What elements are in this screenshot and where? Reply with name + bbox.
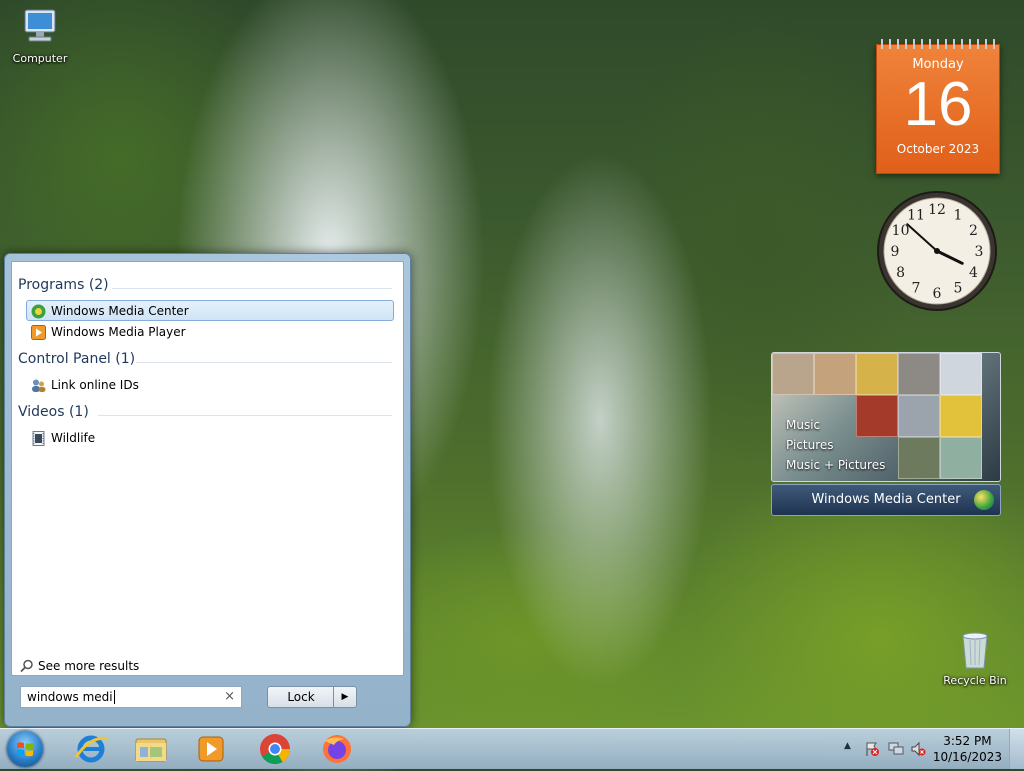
taskbar-firefox[interactable] xyxy=(310,731,364,767)
result-wildlife[interactable]: Wildlife xyxy=(26,427,394,448)
clock-numeral: 6 xyxy=(933,286,942,302)
clock-numeral: 1 xyxy=(954,208,963,224)
calendar-day: 16 xyxy=(903,70,973,139)
clock-numeral: 4 xyxy=(969,265,978,281)
result-label: Link online IDs xyxy=(51,378,139,392)
clock-numeral: 8 xyxy=(896,265,905,281)
media-center-menu-music-pictures[interactable]: Music + Pictures xyxy=(786,455,885,475)
see-more-label: See more results xyxy=(38,659,140,673)
clock-numeral: 9 xyxy=(891,244,900,260)
users-icon xyxy=(31,378,46,393)
taskbar-date: 10/16/2023 xyxy=(932,750,1002,764)
result-label: Wildlife xyxy=(51,431,96,445)
taskbar-internet-explorer[interactable] xyxy=(64,731,118,767)
group-divider xyxy=(136,362,392,363)
start-search-input[interactable]: windows medi × xyxy=(20,686,242,708)
lock-button[interactable]: Lock ▶ xyxy=(267,686,357,708)
volume-muted-icon[interactable] xyxy=(910,741,926,761)
taskbar-chrome[interactable] xyxy=(248,731,302,767)
action-center-flag-icon[interactable] xyxy=(864,741,880,761)
album-tile xyxy=(772,353,814,395)
album-tile xyxy=(898,437,940,479)
clock-numeral: 7 xyxy=(912,280,921,296)
group-heading-programs[interactable]: Programs (2) xyxy=(18,277,109,293)
result-link-online-ids[interactable]: Link online IDs xyxy=(26,374,394,395)
clock-gadget[interactable]: 12 1 2 3 4 5 6 7 8 9 10 11 xyxy=(876,190,998,312)
result-windows-media-center[interactable]: Windows Media Center xyxy=(26,300,394,321)
search-icon xyxy=(20,659,34,673)
album-tile xyxy=(898,353,940,395)
show-hidden-icons-arrow[interactable]: ▲ xyxy=(844,741,851,751)
taskbar: ▲ 3:52 PM 10/16/2023 xyxy=(0,728,1024,769)
media-center-icon xyxy=(31,304,46,319)
calendar-gadget[interactable]: Monday 16 October 2023 xyxy=(876,39,1000,174)
desktop-icon-recycle-bin[interactable]: Recycle Bin xyxy=(935,628,1015,687)
clock-numeral: 12 xyxy=(928,202,946,218)
group-divider xyxy=(98,415,392,416)
clock-numeral: 5 xyxy=(954,280,963,296)
desktop-icon-label: Recycle Bin xyxy=(943,674,1007,687)
album-tile xyxy=(940,437,982,479)
search-results-panel: Programs (2) Windows Media Center Window… xyxy=(11,261,404,676)
start-button[interactable] xyxy=(7,731,43,767)
group-divider xyxy=(112,288,392,289)
see-more-results-link[interactable]: See more results xyxy=(20,659,139,673)
internet-explorer-icon xyxy=(64,735,118,771)
taskbar-clock[interactable]: 3:52 PM 10/16/2023 xyxy=(933,733,1002,765)
media-center-brand: Windows Media Center xyxy=(811,492,961,507)
taskbar-file-explorer[interactable] xyxy=(124,731,178,767)
group-heading-videos[interactable]: Videos (1) xyxy=(18,404,89,420)
clock-numeral: 2 xyxy=(969,223,978,239)
firefox-icon xyxy=(310,735,364,771)
power-options-arrow-icon[interactable]: ▶ xyxy=(333,687,356,707)
group-heading-control-panel[interactable]: Control Panel (1) xyxy=(18,351,135,367)
clock-numeral: 3 xyxy=(975,244,984,260)
calendar-month-year: October 2023 xyxy=(896,142,980,156)
desktop-icon-computer[interactable]: Computer xyxy=(0,6,80,65)
network-icon[interactable] xyxy=(888,741,904,761)
computer-icon xyxy=(19,6,61,48)
media-player-icon xyxy=(31,325,46,340)
start-menu: Programs (2) Windows Media Center Window… xyxy=(4,253,411,727)
recycle-bin-icon xyxy=(954,628,996,670)
clear-search-icon[interactable]: × xyxy=(224,689,235,704)
video-file-icon xyxy=(31,431,46,446)
album-tile xyxy=(940,395,982,437)
media-player-icon xyxy=(184,736,238,771)
result-label: Windows Media Center xyxy=(51,304,189,318)
media-center-logo-icon xyxy=(974,490,994,510)
album-tile xyxy=(898,395,940,437)
system-tray: ▲ 3:52 PM 10/16/2023 xyxy=(844,729,1024,769)
search-value: windows medi xyxy=(27,690,113,704)
album-tile xyxy=(814,353,856,395)
clock-numeral: 11 xyxy=(907,208,925,224)
media-center-brand-bar[interactable]: Windows Media Center xyxy=(771,484,1001,516)
desktop-icon-label: Computer xyxy=(12,52,68,65)
taskbar-media-player[interactable] xyxy=(184,731,238,767)
result-label: Windows Media Player xyxy=(51,325,186,339)
show-desktop-button[interactable] xyxy=(1009,729,1024,769)
taskbar-time: 3:52 PM xyxy=(943,734,992,748)
media-center-gadget[interactable]: Music Pictures Music + Pictures Windows … xyxy=(771,352,1001,516)
clock-numeral: 10 xyxy=(892,223,910,239)
media-center-menu-music[interactable]: Music xyxy=(786,415,885,435)
album-tile xyxy=(856,353,898,395)
media-center-menu-pictures[interactable]: Pictures xyxy=(786,435,885,455)
calendar-rings xyxy=(881,39,995,49)
chrome-icon xyxy=(248,734,302,771)
lock-label: Lock xyxy=(287,690,315,704)
result-windows-media-player[interactable]: Windows Media Player xyxy=(26,321,394,342)
windows-logo-icon xyxy=(16,740,34,758)
media-center-tiles[interactable]: Music Pictures Music + Pictures xyxy=(771,352,1001,482)
file-explorer-icon xyxy=(124,738,178,771)
album-tile xyxy=(940,353,982,395)
